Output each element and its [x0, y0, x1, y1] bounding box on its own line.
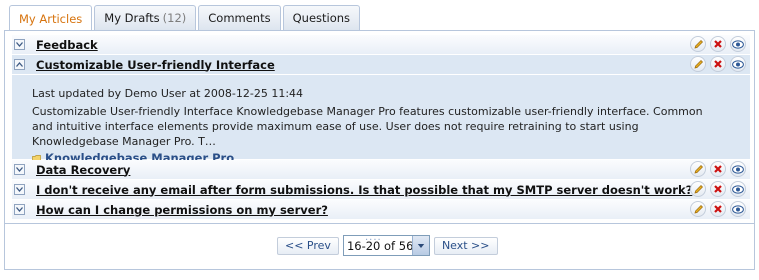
- view-button[interactable]: [730, 56, 746, 72]
- tab-count: (12): [162, 11, 187, 25]
- expand-toggle[interactable]: [14, 39, 25, 50]
- view-button[interactable]: [730, 161, 746, 177]
- eye-icon: [732, 204, 744, 214]
- eye-icon: [732, 39, 744, 49]
- edit-button[interactable]: [690, 56, 706, 72]
- last-updated-text: Last updated by Demo User at 2008-12-25 …: [32, 87, 304, 100]
- view-button[interactable]: [730, 181, 746, 197]
- expand-toggle[interactable]: [14, 204, 25, 215]
- chevron-down-icon: [16, 187, 23, 192]
- tab-label: Questions: [292, 11, 351, 25]
- resize-handle[interactable]: ....: [365, 232, 382, 243]
- article-list: Feedback Customizable User-friendly Inte…: [12, 35, 750, 220]
- article-excerpt: Customizable User-friendly Interface Kno…: [32, 105, 703, 148]
- eye-icon: [732, 184, 744, 194]
- chevron-down-icon: [16, 207, 23, 212]
- view-button[interactable]: [730, 36, 746, 52]
- delete-icon: [714, 165, 722, 173]
- tab-label: My Articles: [19, 11, 83, 26]
- chevron-down-icon: [16, 42, 23, 47]
- pencil-icon: [694, 59, 703, 68]
- article-title-link[interactable]: I don't receive any email after form sub…: [36, 183, 692, 197]
- edit-button[interactable]: [690, 201, 706, 217]
- expand-toggle[interactable]: [14, 184, 25, 195]
- pencil-icon: [694, 204, 703, 213]
- expand-toggle[interactable]: [14, 164, 25, 175]
- tab-my-articles[interactable]: My Articles: [9, 5, 93, 31]
- tab-label: Comments: [208, 11, 271, 25]
- row-actions: [690, 36, 746, 52]
- article-title-link[interactable]: Customizable User-friendly Interface: [36, 58, 275, 72]
- delete-button[interactable]: [710, 161, 726, 177]
- edit-button[interactable]: [690, 161, 706, 177]
- chevron-down-icon: [16, 167, 23, 172]
- list-item-expanded: Customizable User-friendly Interface: [12, 55, 750, 75]
- list-item: Feedback: [12, 35, 750, 55]
- list-item: How can I change permissions on my serve…: [12, 200, 750, 220]
- page-range-select[interactable]: 16-20 of 56: [342, 235, 430, 256]
- prev-page-button[interactable]: << Prev: [277, 236, 339, 255]
- tab-bar: My Articles My Drafts (12) Comments Ques…: [9, 5, 362, 31]
- pencil-icon: [694, 39, 703, 48]
- list-item: I don't receive any email after form sub…: [12, 180, 750, 200]
- row-actions: [690, 161, 746, 177]
- dropdown-arrow[interactable]: [411, 236, 429, 255]
- delete-icon: [714, 205, 722, 213]
- chevron-down-icon: [417, 243, 425, 248]
- tab-questions[interactable]: Questions: [282, 5, 361, 30]
- delete-button[interactable]: [710, 56, 726, 72]
- article-detail: Last updated by Demo User at 2008-12-25 …: [12, 75, 750, 165]
- delete-icon: [714, 40, 722, 48]
- row-actions: [690, 181, 746, 197]
- pencil-icon: [694, 164, 703, 173]
- list-item: Data Recovery: [12, 160, 750, 180]
- tab-my-drafts[interactable]: My Drafts (12): [94, 5, 197, 30]
- next-page-button[interactable]: Next >>: [433, 236, 498, 255]
- edit-button[interactable]: [690, 181, 706, 197]
- edit-button[interactable]: [690, 36, 706, 52]
- tab-label: My Drafts: [104, 11, 160, 25]
- article-title-link[interactable]: How can I change permissions on my serve…: [36, 203, 328, 217]
- tab-comments[interactable]: Comments: [198, 5, 281, 30]
- row-actions: [690, 56, 746, 72]
- eye-icon: [732, 59, 744, 69]
- delete-button[interactable]: [710, 36, 726, 52]
- pager: << Prev 16-20 of 56 Next >>: [277, 235, 498, 256]
- eye-icon: [732, 164, 744, 174]
- delete-button[interactable]: [710, 181, 726, 197]
- delete-icon: [714, 60, 722, 68]
- collapse-toggle[interactable]: [14, 59, 25, 70]
- view-button[interactable]: [730, 201, 746, 217]
- delete-button[interactable]: [710, 201, 726, 217]
- pencil-icon: [694, 184, 703, 193]
- article-title-link[interactable]: Feedback: [36, 38, 98, 52]
- delete-icon: [714, 185, 722, 193]
- chevron-up-icon: [16, 62, 23, 67]
- article-title-link[interactable]: Data Recovery: [36, 163, 130, 177]
- row-actions: [690, 201, 746, 217]
